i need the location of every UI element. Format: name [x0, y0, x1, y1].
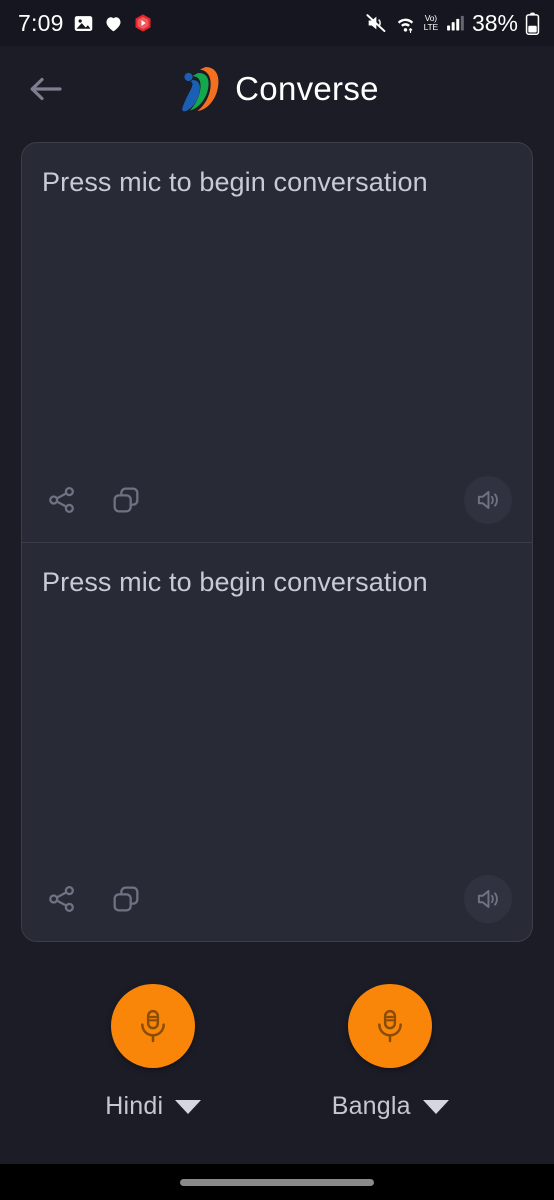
conversation-panel-bottom: Press mic to begin conversation: [22, 542, 532, 941]
copy-icon: [110, 883, 142, 915]
system-navigation-bar: [0, 1164, 554, 1200]
mute-icon: [365, 12, 387, 34]
copy-button[interactable]: [106, 480, 146, 520]
share-icon: [46, 484, 78, 516]
wifi-icon: [394, 12, 417, 34]
speaker-icon: [474, 885, 502, 913]
language-label: Hindi: [105, 1092, 164, 1120]
status-time: 7:09: [18, 9, 64, 36]
youtube-icon: [133, 13, 153, 33]
panel-placeholder-text: Press mic to begin conversation: [42, 167, 428, 197]
panel-actions-bottom: [42, 875, 512, 927]
speaker-button[interactable]: [464, 875, 512, 923]
microphone-icon: [370, 1006, 410, 1046]
battery-percent-label: 38%: [471, 9, 518, 36]
chevron-down-icon: [175, 1099, 202, 1114]
chevron-down-icon: [422, 1099, 449, 1114]
share-icon: [46, 883, 78, 915]
language-selector-target[interactable]: Bangla: [332, 1092, 449, 1121]
speaker-button[interactable]: [464, 476, 512, 524]
page-title: Converse: [235, 70, 379, 107]
gesture-handle[interactable]: [180, 1178, 374, 1186]
conversation-card: Press mic to begin conversation Press mi…: [21, 142, 533, 942]
photos-icon: [73, 13, 94, 34]
signal-icon: [445, 13, 465, 33]
status-bar: 7:09 Vo) LTE 38%: [0, 0, 554, 46]
copy-button[interactable]: [106, 879, 146, 919]
microphone-icon: [133, 1006, 173, 1046]
status-bar-right: Vo) LTE 38%: [365, 10, 540, 37]
mic-control-source: Hindi: [105, 984, 202, 1121]
back-arrow-icon: [27, 74, 63, 104]
app-bar: Converse: [0, 46, 554, 132]
volte-icon: Vo) LTE: [423, 14, 439, 32]
mic-button-target[interactable]: [348, 984, 433, 1068]
volte-label-bottom: LTE: [423, 22, 439, 32]
status-bar-left: 7:09: [18, 10, 153, 37]
mic-controls: Hindi Bangla: [0, 942, 554, 1164]
copy-icon: [110, 484, 142, 516]
panel-placeholder-text: Press mic to begin conversation: [42, 567, 428, 597]
app-title-group: Converse: [175, 64, 379, 114]
language-selector-source[interactable]: Hindi: [105, 1092, 202, 1121]
speaker-icon: [474, 486, 502, 514]
battery-icon: [525, 12, 540, 35]
share-button[interactable]: [42, 879, 82, 919]
panel-actions-top: [42, 476, 512, 528]
conversation-panel-top: Press mic to begin conversation: [22, 143, 532, 542]
share-button[interactable]: [42, 480, 82, 520]
mic-button-source[interactable]: [111, 984, 196, 1068]
mic-control-target: Bangla: [332, 984, 449, 1121]
language-label: Bangla: [331, 1092, 411, 1120]
phone-screen: 7:09 Vo) LTE 38% Converse Press mic to b…: [0, 0, 554, 1200]
back-button[interactable]: [22, 66, 68, 112]
bhashini-logo-icon: [175, 64, 221, 114]
heart-icon: [103, 13, 124, 34]
